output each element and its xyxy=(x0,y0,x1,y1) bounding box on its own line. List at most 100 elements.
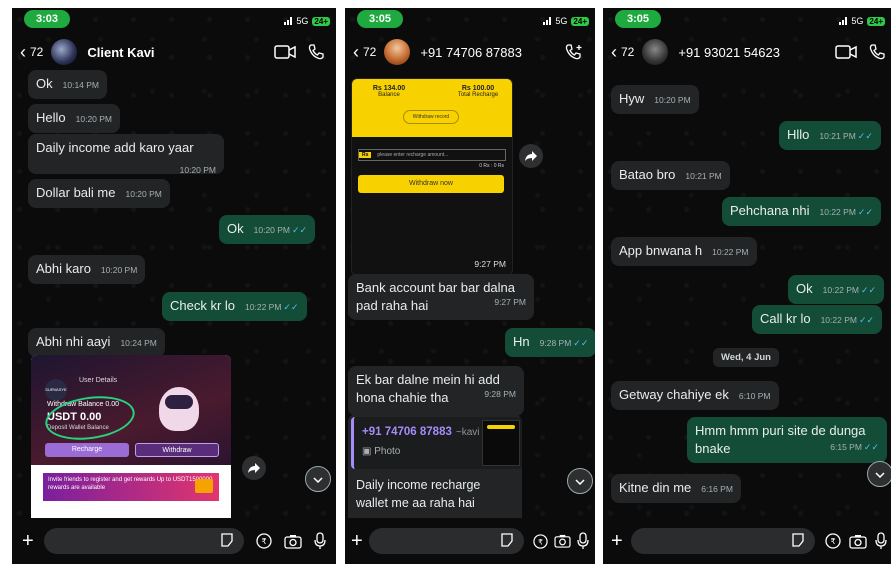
rupee-icon[interactable]: ₹ xyxy=(825,533,841,549)
back-icon[interactable]: ‹ xyxy=(20,42,26,63)
balance-value: Rs 134.00 xyxy=(372,85,406,92)
status-time: 3:05 xyxy=(357,10,404,28)
back-icon[interactable]: ‹ xyxy=(353,42,359,63)
message-incoming[interactable]: Dollar bali me 10:20 PM xyxy=(28,179,170,208)
message-time: 10:22 PM ✓✓ xyxy=(823,285,876,295)
status-time: 3:03 xyxy=(24,10,71,28)
message-incoming[interactable]: App bnwana h 10:22 PM xyxy=(611,237,757,266)
mic-icon[interactable] xyxy=(875,532,887,550)
promo-text: Invite friends to register and get rewar… xyxy=(48,477,213,491)
contact-name[interactable]: Client Kavi xyxy=(87,45,274,60)
amount-placeholder: please enter recharge amount... xyxy=(377,152,449,158)
scroll-down-button[interactable] xyxy=(305,466,331,492)
signal-bars-icon xyxy=(839,17,848,25)
message-text: Hyw xyxy=(619,91,645,106)
video-call-icon[interactable] xyxy=(835,45,857,59)
message-outgoing[interactable]: Pehchana nhi 10:22 PM ✓✓ xyxy=(722,197,881,226)
message-incoming[interactable]: Daily income add karo yaar 10:20 PM xyxy=(28,134,224,175)
message-incoming[interactable]: Batao bro 10:21 PM xyxy=(611,161,730,190)
balance-label: Balance xyxy=(378,92,400,98)
avatar[interactable] xyxy=(384,39,411,65)
read-tick-icon: ✓✓ xyxy=(292,225,308,235)
message-outgoing[interactable]: Hmm hmm puri site de dunga bnake 6:15 PM ✓… xyxy=(687,417,887,463)
message-incoming[interactable]: Ek bar dalne mein hi add hona chahie tha… xyxy=(348,366,524,416)
message-outgoing[interactable]: Ok 10:20 PM ✓✓ xyxy=(219,215,316,244)
message-input[interactable] xyxy=(368,528,524,554)
sticker-icon[interactable] xyxy=(791,533,805,552)
message-incoming[interactable]: Abhi nhi aayi 10:24 PM xyxy=(28,328,165,357)
scroll-down-button[interactable] xyxy=(867,461,891,487)
forward-icon[interactable] xyxy=(519,144,543,168)
recharge-button: Recharge xyxy=(45,443,129,457)
withdraw-now-button: Withdraw now xyxy=(358,175,504,193)
camera-icon[interactable] xyxy=(849,534,867,549)
scroll-down-button[interactable] xyxy=(567,468,593,494)
message-incoming[interactable]: Getway chahiye ek 6:10 PM xyxy=(611,381,779,410)
message-text: Call kr lo xyxy=(760,311,811,326)
plus-icon[interactable]: + xyxy=(351,530,363,553)
recharge-amount-field: Rs please enter recharge amount... xyxy=(358,149,506,161)
phone-icon[interactable] xyxy=(308,44,324,60)
message-incoming[interactable]: Bank account bar bar dalna pad raha hai 9… xyxy=(348,274,534,320)
plus-icon[interactable]: + xyxy=(611,530,623,553)
message-input[interactable] xyxy=(630,528,815,554)
sticker-icon[interactable] xyxy=(220,533,234,552)
back-icon[interactable]: ‹ xyxy=(611,42,617,63)
shared-screenshot[interactable]: Rs 134.00 Balance Rs 100.00 Total Recharge… xyxy=(351,78,513,276)
message-time: 10:22 PM ✓✓ xyxy=(821,315,874,325)
rupee-icon[interactable]: ₹ xyxy=(256,533,272,549)
brand-logo: SURVASYE xyxy=(45,379,67,401)
message-incoming[interactable]: Hyw 10:20 PM xyxy=(611,85,699,114)
mic-icon[interactable] xyxy=(577,532,589,550)
message-text: Ok xyxy=(796,281,813,296)
message-time: 10:20 PM ✓✓ xyxy=(254,225,307,235)
read-tick-icon: ✓✓ xyxy=(857,131,873,141)
read-tick-icon: ✓✓ xyxy=(283,302,299,312)
avatar[interactable] xyxy=(51,39,78,65)
message-text: Ok xyxy=(36,76,53,91)
contact-name[interactable]: +91 74706 87883 xyxy=(420,45,565,60)
message-incoming[interactable]: Ok 10:14 PM xyxy=(28,70,108,99)
message-incoming[interactable]: Hello 10:20 PM xyxy=(28,104,121,133)
message-time: 10:20 PM xyxy=(100,265,138,275)
message-incoming[interactable]: Kitne din me 6:16 PM xyxy=(611,474,741,503)
phone-icon[interactable] xyxy=(869,44,885,60)
camera-icon[interactable] xyxy=(284,534,302,549)
message-incoming[interactable]: Abhi karo 10:20 PM xyxy=(28,255,146,284)
read-tick-icon: ✓✓ xyxy=(861,285,877,295)
message-outgoing[interactable]: Ok 10:22 PM ✓✓ xyxy=(788,275,885,304)
message-text: App bnwana h xyxy=(619,243,703,258)
read-tick-icon: ✓✓ xyxy=(857,207,873,217)
rupee-icon[interactable]: ₹ xyxy=(533,533,548,549)
message-incoming-reply[interactable]: +91 74706 87883 ~kavi ▣ Photo Daily incom… xyxy=(348,414,522,528)
message-outgoing[interactable]: Hn 9:28 PM ✓✓ xyxy=(505,328,595,357)
mic-icon[interactable] xyxy=(314,532,326,550)
unread-count[interactable]: 72 xyxy=(363,45,376,59)
photo-text: Photo xyxy=(374,446,401,457)
shared-screenshot[interactable]: SURVASYE User Details Withdraw Balance 0… xyxy=(31,355,231,525)
message-text: Getway chahiye ek xyxy=(619,387,729,402)
forward-icon[interactable] xyxy=(242,456,266,480)
sticker-icon[interactable] xyxy=(500,533,514,552)
battery-level: 24+ xyxy=(867,16,885,26)
message-text: Kitne din me xyxy=(619,480,692,495)
video-call-icon[interactable] xyxy=(274,45,296,59)
plus-icon[interactable]: + xyxy=(22,530,34,553)
message-time: 10:22 PM xyxy=(712,247,749,257)
message-input[interactable] xyxy=(43,528,244,554)
unread-count[interactable]: 72 xyxy=(30,45,43,59)
avatar[interactable] xyxy=(642,39,669,65)
message-outgoing[interactable]: Check kr lo 10:22 PM ✓✓ xyxy=(162,292,307,321)
contact-name[interactable]: +91 93021 54623 xyxy=(678,45,835,60)
message-time: 9:27 PM xyxy=(494,297,526,307)
read-tick-icon: ✓✓ xyxy=(863,442,879,452)
recharge-block: Rs 100.00 Total Recharge xyxy=(448,85,508,98)
phone-plus-icon[interactable] xyxy=(565,44,583,60)
message-text: Dollar bali me xyxy=(36,185,116,200)
camera-icon[interactable] xyxy=(554,534,571,548)
message-text: Abhi nhi aayi xyxy=(36,334,111,349)
message-outgoing[interactable]: Call kr lo 10:22 PM ✓✓ xyxy=(752,305,883,334)
message-outgoing[interactable]: Hllo 10:21 PM ✓✓ xyxy=(779,121,881,150)
unread-count[interactable]: 72 xyxy=(621,45,634,59)
quoted-reply[interactable]: +91 74706 87883 ~kavi ▣ Photo xyxy=(351,417,522,469)
